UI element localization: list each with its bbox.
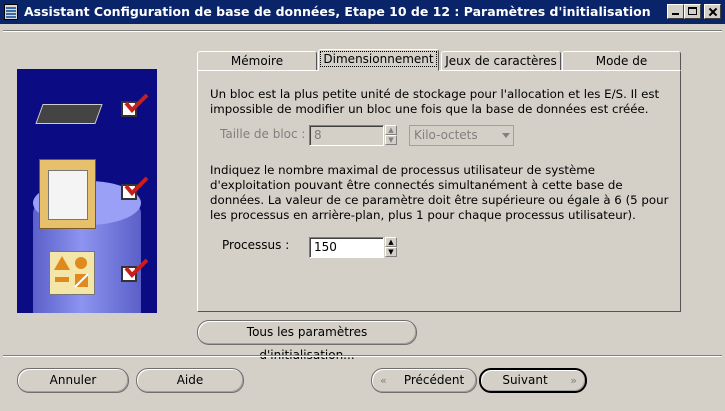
block-unit-select[interactable]: Kilo-octets	[409, 125, 514, 146]
maximize-button[interactable]	[684, 4, 701, 19]
block-size-label: Taille de bloc :	[220, 127, 306, 141]
tab-jeux-de-caracteres[interactable]: Jeux de caractères	[441, 51, 561, 71]
processes-spinner[interactable]: ▲ ▼	[385, 237, 397, 258]
block-size-spinner[interactable]: ▲ ▼	[385, 125, 397, 146]
spin-up-icon[interactable]: ▲	[385, 237, 397, 247]
cancel-button[interactable]: Annuler	[17, 368, 129, 393]
shapes-icon	[49, 251, 95, 295]
chevron-down-icon	[502, 133, 510, 138]
app-icon[interactable]	[4, 4, 18, 20]
red-check-icon	[124, 258, 149, 278]
documents-folder-icon	[39, 159, 96, 229]
minimize-button[interactable]	[667, 4, 684, 19]
double-chevron-left-icon: «	[380, 374, 387, 387]
processes-description: Indiquez le nombre maximal de processus …	[210, 163, 669, 222]
window-title: Assistant Configuration de base de donné…	[24, 4, 651, 19]
block-description: Un bloc est la plus petite unité de stoc…	[210, 87, 660, 116]
processes-input[interactable]: 150	[309, 237, 384, 258]
next-button[interactable]: Suivant »	[479, 368, 587, 393]
memory-chip-icon	[35, 104, 103, 124]
close-button[interactable]	[704, 4, 721, 19]
double-chevron-right-icon: »	[570, 374, 577, 387]
spin-down-icon[interactable]: ▼	[385, 135, 397, 145]
red-check-icon	[124, 93, 149, 113]
next-label: Suivant	[502, 373, 548, 387]
processes-label: Processus :	[222, 238, 290, 252]
bottom-divider	[3, 355, 722, 357]
top-divider	[3, 30, 722, 32]
tab-mode-de-connexion[interactable]: Mode de connexion	[562, 51, 681, 87]
red-check-icon	[124, 176, 149, 196]
previous-label: Précédent	[403, 373, 465, 387]
previous-button[interactable]: « Précédent	[371, 368, 477, 393]
tab-memoire[interactable]: Mémoire	[197, 51, 317, 71]
title-bar: Assistant Configuration de base de donné…	[0, 0, 725, 24]
tab-dimensionnement[interactable]: Dimensionnement	[318, 49, 439, 71]
tab-dimensionnement-label: Dimensionnement	[320, 51, 437, 67]
spin-down-icon[interactable]: ▼	[385, 247, 397, 257]
all-init-params-button[interactable]: Tous les paramètres d'initialisation...	[197, 320, 417, 362]
wizard-illustration	[17, 69, 157, 313]
help-button[interactable]: Aide	[136, 368, 244, 393]
spin-up-icon[interactable]: ▲	[385, 125, 397, 135]
block-size-field[interactable]: 8	[309, 125, 384, 146]
block-unit-value: Kilo-octets	[414, 128, 478, 142]
